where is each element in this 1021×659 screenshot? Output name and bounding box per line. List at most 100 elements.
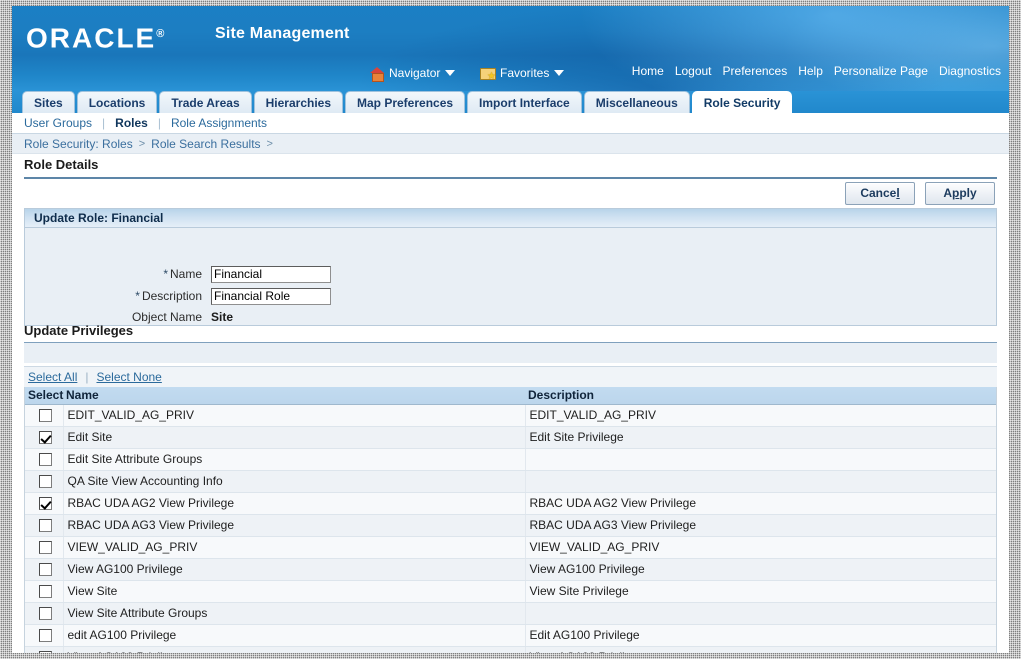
row-name-cell: VIEW_VALID_AG_PRIV — [63, 536, 526, 559]
oracle-logo-text: ORACLE — [26, 22, 157, 54]
select-actions-separator: | — [85, 370, 89, 384]
tab-locations[interactable]: Locations — [76, 91, 158, 113]
tab-hierarchies[interactable]: Hierarchies — [253, 91, 343, 113]
page-title: Role Details — [24, 157, 99, 172]
content-area: Role Details Cancel Apply Update Role: F… — [12, 155, 1009, 653]
link-preferences[interactable]: Preferences — [723, 64, 788, 78]
row-name-cell: QA Site View Accounting Info — [63, 470, 526, 493]
region-body: *Name *Description Object Name Site — [25, 228, 996, 325]
table-row: RBAC UDA AG2 View Privilege RBAC UDA AG2 … — [25, 492, 996, 515]
row-select-checkbox[interactable] — [39, 431, 53, 445]
subtab-role-assignments[interactable]: Role Assignments — [171, 116, 267, 130]
link-personalize-page[interactable]: Personalize Page — [834, 64, 928, 78]
row-description-text: VIEW_VALID_AG_PRIV — [529, 540, 660, 554]
apply-button[interactable]: Apply — [925, 182, 995, 205]
table-row: View AG100 Privilege View AG100 Privilege — [25, 646, 996, 653]
navigator-menu[interactable]: Navigator — [370, 63, 456, 83]
select-none-link[interactable]: Select None — [96, 370, 161, 384]
column-header-select: Select — [25, 387, 63, 405]
table-row: edit AG100 Privilege Edit AG100 Privilege — [25, 624, 996, 647]
row-name-cell: RBAC UDA AG2 View Privilege — [63, 492, 526, 515]
row-select-cell — [25, 448, 64, 471]
row-name-cell: View AG100 Privilege — [63, 558, 526, 581]
link-help[interactable]: Help — [798, 64, 823, 78]
row-select-cell — [25, 404, 64, 427]
row-select-cell — [25, 536, 64, 559]
row-name-cell: Edit Site Attribute Groups — [63, 448, 526, 471]
table-row: QA Site View Accounting Info — [25, 470, 996, 493]
table-row: Edit Site Edit Site Privilege — [25, 426, 996, 449]
action-button-bar: Cancel Apply — [845, 182, 995, 205]
oracle-logo: ORACLE® — [26, 20, 164, 52]
description-input[interactable] — [211, 287, 331, 305]
tab-role-security[interactable]: Role Security — [691, 91, 793, 113]
row-description-text: View AG100 Privilege — [529, 562, 645, 576]
breadcrumb-item-role-security-roles[interactable]: Role Security: Roles — [24, 137, 133, 151]
row-select-checkbox[interactable] — [39, 541, 53, 555]
row-select-checkbox[interactable] — [39, 629, 53, 643]
row-description-cell: RBAC UDA AG3 View Privilege — [525, 514, 996, 537]
row-description-cell — [525, 602, 996, 625]
required-indicator: * — [163, 267, 168, 281]
tab-trade-areas[interactable]: Trade Areas — [159, 91, 252, 113]
row-select-checkbox[interactable] — [39, 453, 53, 467]
link-home[interactable]: Home — [632, 64, 664, 78]
required-indicator: * — [135, 289, 140, 303]
row-select-checkbox[interactable] — [39, 409, 53, 423]
link-logout[interactable]: Logout — [675, 64, 712, 78]
row-select-checkbox[interactable] — [39, 497, 53, 511]
row-description-text: Edit AG100 Privilege — [529, 628, 640, 642]
privileges-spacer — [24, 343, 997, 363]
row-name-cell: edit AG100 Privilege — [63, 624, 526, 647]
breadcrumb-separator: > — [138, 137, 146, 150]
select-all-link[interactable]: Select All — [28, 370, 77, 384]
row-description-text: RBAC UDA AG3 View Privilege — [529, 518, 697, 532]
row-description-cell: Edit AG100 Privilege — [525, 624, 996, 647]
title-divider — [24, 177, 997, 179]
tab-map-preferences[interactable]: Map Preferences — [345, 91, 466, 113]
subtab-user-groups[interactable]: User Groups — [24, 116, 92, 130]
privileges-table-head: Select Name Description — [25, 387, 996, 405]
breadcrumb-item-role-search-results[interactable]: Role Search Results — [151, 137, 260, 151]
row-description-text: View Site Privilege — [529, 584, 629, 598]
table-row: EDIT_VALID_AG_PRIV EDIT_VALID_AG_PRIV — [25, 404, 996, 427]
row-select-checkbox[interactable] — [39, 563, 53, 577]
row-description-text: EDIT_VALID_AG_PRIV — [529, 408, 657, 422]
favorites-menu[interactable]: Favorites — [480, 63, 565, 83]
table-row: Edit Site Attribute Groups — [25, 448, 996, 471]
row-select-checkbox[interactable] — [39, 519, 53, 533]
row-select-cell — [25, 558, 64, 581]
name-input[interactable] — [211, 265, 331, 283]
tab-sites[interactable]: Sites — [22, 91, 75, 113]
row-select-checkbox[interactable] — [39, 585, 53, 599]
application-page: ORACLE® Site Management Navigator Favori… — [12, 6, 1009, 653]
privileges-table-body: EDIT_VALID_AG_PRIV EDIT_VALID_AG_PRIV Edit… — [25, 404, 996, 653]
row-select-checkbox[interactable] — [39, 475, 53, 489]
row-select-checkbox[interactable] — [39, 651, 53, 653]
row-select-cell — [25, 514, 64, 537]
row-name-cell: View Site — [63, 580, 526, 603]
row-name-cell: EDIT_VALID_AG_PRIV — [63, 404, 526, 427]
table-row: View Site Attribute Groups — [25, 602, 996, 625]
row-select-cell — [25, 470, 64, 493]
select-actions-bar: Select All | Select None — [24, 366, 997, 387]
chevron-down-icon — [445, 70, 456, 76]
row-select-checkbox[interactable] — [39, 607, 53, 621]
window-frame: ORACLE® Site Management Navigator Favori… — [0, 0, 1021, 659]
tab-import-interface[interactable]: Import Interface — [467, 91, 582, 113]
home-icon — [370, 66, 384, 82]
cancel-button[interactable]: Cancel — [845, 182, 915, 205]
row-description-cell: View Site Privilege — [525, 580, 996, 603]
row-description-cell — [525, 470, 996, 493]
tab-miscellaneous[interactable]: Miscellaneous — [583, 91, 690, 113]
global-menu-row: Navigator Favorites Home Logout Preferen… — [12, 63, 1009, 87]
table-row: View Site View Site Privilege — [25, 580, 996, 603]
branding-header: ORACLE® Site Management Navigator Favori… — [12, 6, 1009, 91]
row-select-cell — [25, 426, 64, 449]
row-select-cell — [25, 624, 64, 647]
field-label-name: * Name — [163, 267, 202, 281]
link-diagnostics[interactable]: Diagnostics — [939, 64, 1001, 78]
navigator-label: Navigator — [389, 66, 441, 80]
subtab-roles[interactable]: Roles — [115, 116, 148, 130]
field-row-description: * Description — [25, 286, 331, 306]
